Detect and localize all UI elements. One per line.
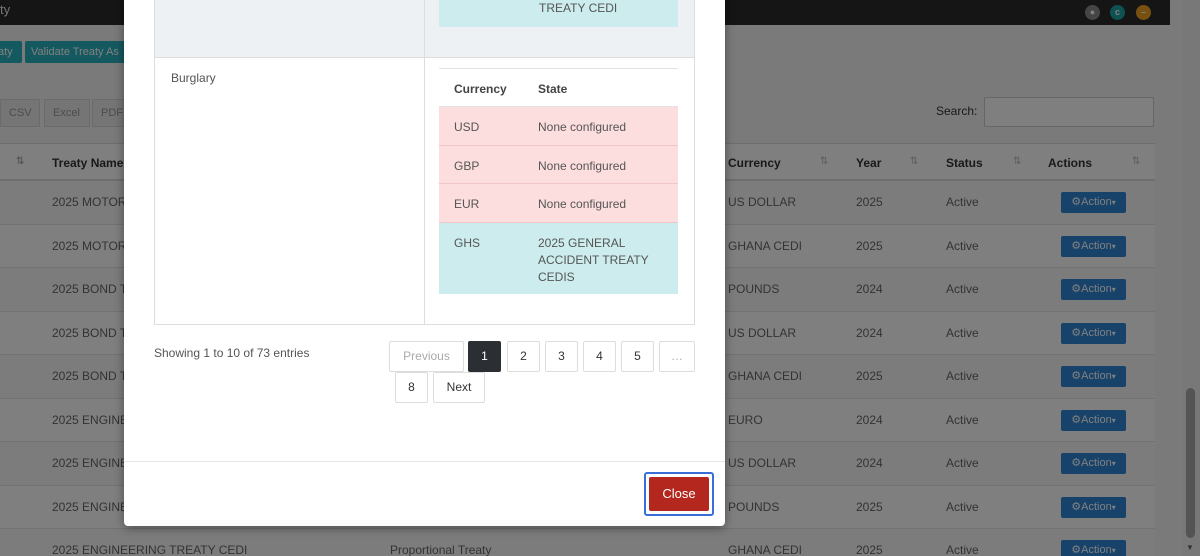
close-button[interactable]: Close [649,477,709,511]
table-row: USD None configured [439,107,678,146]
table-row: EUR None configured [439,184,678,223]
table-row: GBP None configured [439,145,678,184]
column-divider [424,0,425,325]
currency-cell: GHS [454,235,481,250]
pagination-page-4[interactable]: 4 [583,341,616,372]
class-label: Burglary [171,71,216,85]
entries-info: Showing 1 to 10 of 73 entries [154,346,310,360]
close-button-focus-ring: Close [644,472,714,516]
state-cell: None configured [538,197,627,211]
state-cell: 2025 GENERAL ACCIDENT TREATY CEDIS [538,235,649,284]
state-cell: None configured [538,120,627,134]
configured-treaty-cell: TREATY CEDI [439,0,678,27]
modal-footer-divider [124,461,725,462]
pagination-page-1[interactable]: 1 [468,341,501,372]
pagination-page-3[interactable]: 3 [545,341,578,372]
state-cell: None configured [538,158,627,173]
pagination-previous[interactable]: Previous [389,341,464,372]
treaty-name-text: TREATY CEDI [539,1,618,15]
header-state: State [538,82,568,96]
class-treaty-table: TREATY CEDI Burglary Currency State USD … [154,0,695,325]
currency-cell: USD [454,120,480,134]
table-row: GHS 2025 GENERAL ACCIDENT TREATY CEDIS [439,222,678,294]
pagination-page-5[interactable]: 5 [621,341,654,372]
pagination-next[interactable]: Next [433,372,485,403]
pagination-page-2[interactable]: 2 [507,341,540,372]
currency-cell: EUR [454,197,480,211]
sub-table-header: Currency State [439,68,678,107]
pagination-page-8[interactable]: 8 [395,372,428,403]
header-currency: Currency [454,82,507,96]
pagination-ellipsis: … [659,341,695,372]
currency-cell: GBP [454,158,480,173]
treaty-details-modal: TREATY CEDI Burglary Currency State USD … [124,0,725,526]
